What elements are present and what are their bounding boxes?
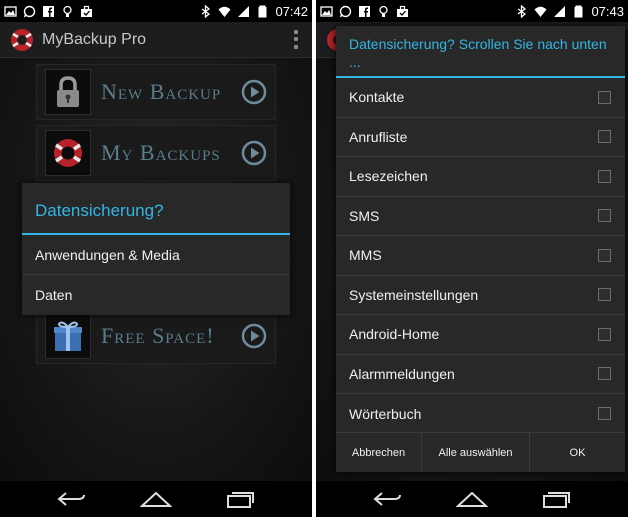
lightbulb-icon <box>377 5 390 18</box>
option-label: Anrufliste <box>349 128 408 145</box>
option-label: Systemeinstellungen <box>349 286 479 303</box>
recent-apps-icon[interactable] <box>539 489 573 509</box>
option-label: Kontakte <box>349 89 405 106</box>
option-label: MMS <box>349 247 382 264</box>
option-mms[interactable]: MMS <box>336 236 625 276</box>
backup-type-dialog: Datensicherung? Anwendungen & Media Date… <box>22 183 290 315</box>
option-alarmmeldungen[interactable]: Alarmmeldungen <box>336 355 625 394</box>
checkbox[interactable] <box>598 407 611 421</box>
checkbox[interactable] <box>598 367 611 381</box>
whatsapp-icon <box>23 5 36 18</box>
wifi-icon <box>534 5 547 18</box>
option-kontakte[interactable]: Kontakte <box>336 78 625 118</box>
option-anrufliste[interactable]: Anrufliste <box>336 118 625 157</box>
signal-icon <box>553 5 566 18</box>
lightbulb-icon <box>61 5 74 18</box>
option-sms[interactable]: SMS <box>336 197 625 236</box>
signal-icon <box>237 5 250 18</box>
option-lesezeichen[interactable]: Lesezeichen <box>336 157 625 197</box>
life-ring-icon <box>45 130 91 176</box>
option-woerterbuch[interactable]: Wörterbuch <box>336 394 625 434</box>
dialog-option-data[interactable]: Daten <box>22 275 290 315</box>
checkbox[interactable] <box>598 248 611 262</box>
dialog-title: Datensicherung? <box>35 201 164 220</box>
status-bar: 07:43 <box>316 0 628 22</box>
briefcase-icon <box>396 5 409 18</box>
phone-screen-right: 07:43 Datensicherung? Scrollen Sie nach … <box>316 0 628 517</box>
dialog-option-apps-media[interactable]: Anwendungen & Media <box>22 235 290 275</box>
option-label: Lesezeichen <box>349 168 428 185</box>
bluetooth-icon <box>199 4 212 18</box>
checkbox[interactable] <box>598 327 611 341</box>
dialog-button-bar: Abbrechen Alle auswählen OK <box>336 432 625 472</box>
status-time: 07:43 <box>591 3 624 19</box>
action-bar: MyBackup Pro <box>0 22 312 58</box>
status-bar: 07:42 <box>0 0 312 22</box>
navigation-bar <box>316 481 628 517</box>
lock-icon <box>45 69 91 115</box>
home-icon[interactable] <box>455 489 489 509</box>
briefcase-icon <box>80 5 93 18</box>
my-backups-label: My Backups <box>101 140 221 165</box>
select-all-button[interactable]: Alle auswählen <box>422 433 530 472</box>
app-title: MyBackup Pro <box>42 30 147 48</box>
back-icon[interactable] <box>55 489 89 509</box>
checkbox[interactable] <box>598 209 611 223</box>
option-label: Alarmmeldungen <box>349 365 455 382</box>
gift-icon <box>45 313 91 359</box>
status-time: 07:42 <box>275 3 308 19</box>
option-label: SMS <box>349 207 380 224</box>
battery-icon <box>572 5 585 18</box>
image-notification-icon <box>4 5 17 18</box>
back-icon[interactable] <box>371 489 405 509</box>
option-systemeinstellungen[interactable]: Systemeinstellungen <box>336 276 625 315</box>
option-label: Android-Home <box>349 326 440 343</box>
whatsapp-icon <box>339 5 352 18</box>
overflow-menu-icon[interactable] <box>288 29 304 51</box>
wifi-icon <box>218 5 231 18</box>
new-backup-tile[interactable]: New Backup <box>36 64 276 120</box>
play-circle-icon <box>241 140 267 166</box>
play-circle-icon <box>241 79 267 105</box>
option-android-home[interactable]: Android-Home <box>336 315 625 355</box>
recent-apps-icon[interactable] <box>223 489 257 509</box>
battery-icon <box>256 5 269 18</box>
ok-button[interactable]: OK <box>530 433 625 472</box>
dialog-title: Datensicherung? Scrollen Sie nach unten … <box>349 36 607 70</box>
free-space-tile[interactable]: Free Space! <box>36 308 276 364</box>
app-logo-icon[interactable] <box>8 26 36 54</box>
checkbox[interactable] <box>598 288 611 302</box>
phone-screen-left: 07:42 MyBackup Pro New Backup My Backups <box>0 0 312 517</box>
cancel-button[interactable]: Abbrechen <box>336 433 422 472</box>
checkbox-list: Kontakte Anrufliste Lesezeichen SMS MMS … <box>336 78 625 434</box>
option-label: Wörterbuch <box>349 405 422 422</box>
facebook-icon <box>358 5 371 18</box>
bluetooth-icon <box>515 4 528 18</box>
checkbox[interactable] <box>598 130 611 144</box>
navigation-bar <box>0 481 312 517</box>
new-backup-label: New Backup <box>101 79 222 104</box>
play-circle-icon <box>241 323 267 349</box>
checkbox[interactable] <box>598 169 611 183</box>
home-icon[interactable] <box>139 489 173 509</box>
image-notification-icon <box>320 5 333 18</box>
my-backups-tile[interactable]: My Backups <box>36 125 276 181</box>
backup-items-dialog: Datensicherung? Scrollen Sie nach unten … <box>336 26 625 472</box>
free-space-label: Free Space! <box>101 323 215 348</box>
checkbox[interactable] <box>598 90 611 104</box>
facebook-icon <box>42 5 55 18</box>
